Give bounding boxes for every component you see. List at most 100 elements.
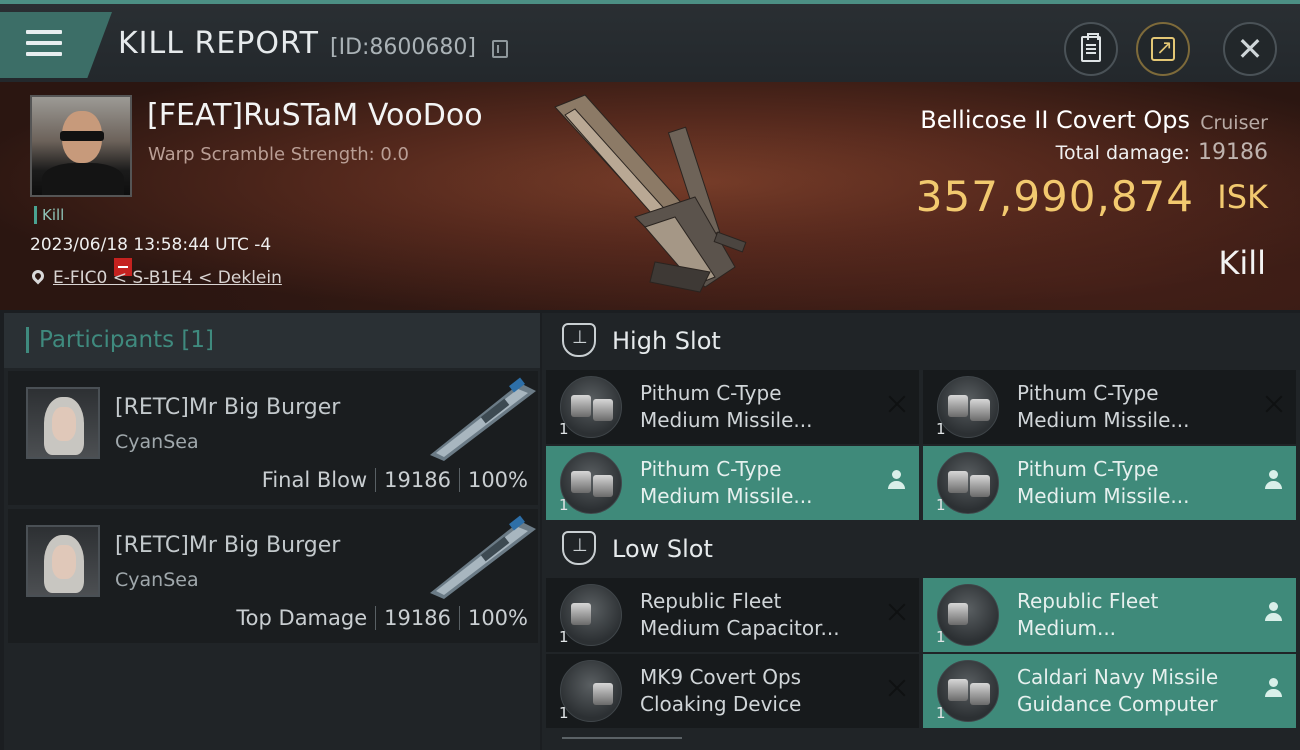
low-slot-header: Low Slot — [542, 521, 1300, 577]
module-quantity: 1 — [559, 704, 569, 722]
clipboard-button[interactable] — [1064, 22, 1118, 76]
guidance-computer-icon — [937, 660, 999, 722]
destroyed-icon — [887, 602, 907, 622]
destroyed-icon — [887, 394, 907, 414]
share-button[interactable] — [1136, 22, 1190, 76]
ship-name[interactable]: Bellicose II Covert Ops — [920, 106, 1190, 134]
copy-icon[interactable] — [492, 40, 508, 58]
divider — [458, 606, 460, 630]
participant-name[interactable]: [RETC]Mr Big Burger — [115, 395, 340, 420]
participant-corp: CyanSea — [115, 569, 199, 591]
divider — [375, 606, 377, 630]
hamburger-menu-icon[interactable] — [26, 30, 62, 58]
participant-card[interactable]: [RETC]Mr Big Burger CyanSea Final Blow 1… — [8, 371, 538, 505]
participant-avatar[interactable] — [26, 525, 100, 597]
module-name: Pithum C-Type Medium Missile... — [1017, 381, 1190, 432]
module-name: Pithum C-Type Medium Missile... — [640, 381, 813, 432]
fitting-panel: High Slot 1 Pithum C-Type Medium Missile… — [542, 313, 1300, 750]
isk-value: 357,990,874 — [915, 172, 1194, 221]
module-quantity: 1 — [936, 420, 946, 438]
person-icon — [887, 470, 905, 492]
participant-percent: 100% — [467, 606, 528, 630]
location-link[interactable]: E-FIC0 < S-B1E4 < Deklein — [53, 268, 282, 288]
weapon-icon — [430, 515, 536, 599]
module-quantity: 1 — [936, 496, 946, 514]
victim-avatar[interactable] — [30, 95, 132, 197]
missile-launcher-icon — [560, 452, 622, 514]
weapon-icon — [430, 377, 536, 461]
participant-avatar[interactable] — [26, 387, 100, 459]
participant-card[interactable]: [RETC]Mr Big Burger CyanSea Top Damage 1… — [8, 509, 538, 643]
ship-class: Cruiser — [1200, 112, 1268, 134]
close-button[interactable]: ✕ — [1223, 22, 1277, 76]
module-name: Caldari Navy Missile Guidance Computer — [1017, 665, 1219, 716]
cloaking-device-icon — [560, 660, 622, 722]
person-icon — [1264, 602, 1282, 624]
participants-header: Participants [1] — [4, 313, 540, 368]
module-item[interactable]: 1 Caldari Navy Missile Guidance Computer — [923, 654, 1296, 728]
participant-stats: Top Damage 19186 100% — [236, 606, 528, 630]
participant-corp: CyanSea — [115, 431, 199, 453]
module-quantity: 1 — [559, 420, 569, 438]
participants-title: Participants [1] — [26, 327, 214, 353]
low-slot-icon — [562, 531, 596, 565]
module-name: MK9 Covert Ops Cloaking Device — [640, 665, 802, 716]
share-icon — [1151, 35, 1175, 61]
high-slot-title: High Slot — [612, 327, 721, 355]
module-name: Pithum C-Type Medium Missile... — [1017, 457, 1190, 508]
participant-damage: 19186 — [384, 468, 451, 492]
module-quantity: 1 — [936, 704, 946, 722]
kill-report-id: [ID:8600680] — [330, 35, 476, 60]
capacitor-module-icon — [560, 584, 622, 646]
participants-panel: Participants [1] [RETC]Mr Big Burger Cya… — [4, 313, 540, 750]
module-item[interactable]: 1 Pithum C-Type Medium Missile... — [546, 446, 919, 520]
divider — [375, 468, 377, 492]
victim-name[interactable]: [FEAT]RuSTaM VooDoo — [147, 98, 483, 133]
participant-role: Top Damage — [236, 606, 368, 630]
kill-datetime: 2023/06/18 13:58:44 UTC -4 — [30, 235, 272, 255]
module-item[interactable]: 1 Republic Fleet Medium Capacitor... — [546, 578, 919, 652]
module-name: Republic Fleet Medium Capacitor... — [640, 589, 840, 640]
module-item[interactable]: 1 Pithum C-Type Medium Missile... — [923, 446, 1296, 520]
person-icon — [1264, 678, 1282, 700]
destroyed-icon — [1264, 394, 1284, 414]
missile-launcher-icon — [937, 452, 999, 514]
person-icon — [1264, 470, 1282, 492]
module-quantity: 1 — [559, 628, 569, 646]
capacitor-module-icon — [937, 584, 999, 646]
isk-unit: ISK — [1217, 178, 1268, 216]
total-damage-value: 19186 — [1198, 140, 1268, 165]
total-damage-label: Total damage: — [1055, 142, 1190, 164]
top-bar: KILL REPORT [ID:8600680] ✕ — [0, 0, 1300, 82]
location-pin-icon — [29, 267, 47, 285]
divider — [458, 468, 460, 492]
next-slot-header-peek — [562, 737, 682, 750]
kill-tag: Kill — [34, 206, 64, 224]
kill-result: Kill — [1218, 244, 1266, 282]
participant-damage: 19186 — [384, 606, 451, 630]
menu-button[interactable] — [0, 12, 112, 78]
warp-scramble-strength: Warp Scramble Strength: 0.0 — [148, 144, 410, 165]
low-slot-title: Low Slot — [612, 535, 713, 563]
module-name: Republic Fleet Medium... — [1017, 589, 1159, 640]
ship-render[interactable] — [535, 87, 775, 297]
missile-launcher-icon — [937, 376, 999, 438]
participant-name[interactable]: [RETC]Mr Big Burger — [115, 533, 340, 558]
module-item[interactable]: 1 Pithum C-Type Medium Missile... — [546, 370, 919, 444]
close-icon: ✕ — [1236, 30, 1264, 68]
participant-stats: Final Blow 19186 100% — [262, 468, 528, 492]
module-name: Pithum C-Type Medium Missile... — [640, 457, 813, 508]
participant-percent: 100% — [467, 468, 528, 492]
high-slot-icon — [562, 323, 596, 357]
destroyed-icon — [887, 678, 907, 698]
participant-role: Final Blow — [261, 468, 368, 492]
module-quantity: 1 — [559, 496, 569, 514]
victim-banner: [FEAT]RuSTaM VooDoo Warp Scramble Streng… — [0, 82, 1300, 310]
page-title: KILL REPORT — [118, 26, 319, 61]
module-item[interactable]: 1 MK9 Covert Ops Cloaking Device — [546, 654, 919, 728]
module-item[interactable]: 1 Republic Fleet Medium... — [923, 578, 1296, 652]
clipboard-icon — [1081, 33, 1101, 62]
module-item[interactable]: 1 Pithum C-Type Medium Missile... — [923, 370, 1296, 444]
missile-launcher-icon — [560, 376, 622, 438]
module-quantity: 1 — [936, 628, 946, 646]
